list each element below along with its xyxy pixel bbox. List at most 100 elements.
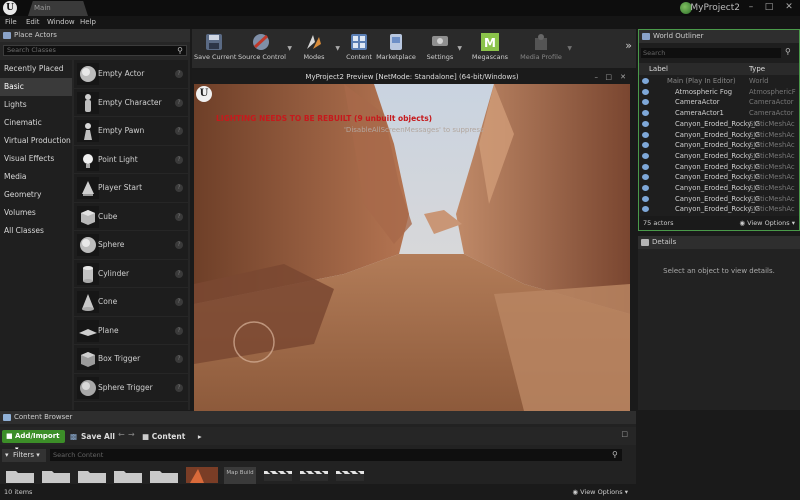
visibility-eye-icon[interactable] — [642, 195, 649, 202]
visibility-eye-icon[interactable] — [642, 206, 649, 213]
visibility-eye-icon[interactable] — [642, 185, 649, 191]
outliner-row[interactable]: CameraActor CameraActor — [639, 97, 799, 108]
maximize-icon[interactable]: □ — [605, 70, 612, 84]
help-icon[interactable]: ? — [175, 184, 183, 192]
outliner-row[interactable]: CameraActor1 CameraActor — [639, 108, 799, 119]
outliner-row[interactable]: Main (Play In Editor) World — [639, 76, 799, 87]
actor-item-player-start[interactable]: Player Start ? — [74, 174, 188, 203]
help-icon[interactable]: ? — [175, 326, 183, 335]
modes-button[interactable]: Modes ▼ — [296, 29, 340, 68]
visibility-eye-icon[interactable] — [642, 110, 649, 117]
outliner-row[interactable]: Canyon_Eroded_Rocky_G StaticMeshAc — [639, 151, 799, 162]
chevron-double-right-icon[interactable]: » — [625, 39, 632, 52]
details-tab[interactable]: Details — [638, 236, 800, 249]
menu-help[interactable]: Help — [80, 16, 96, 29]
outliner-row[interactable]: Canyon_Eroded_Rocky_G StaticMeshAc — [639, 130, 799, 141]
category-media[interactable]: Media — [0, 168, 72, 186]
lock-icon[interactable]: □ — [621, 430, 628, 438]
outliner-row[interactable]: Canyon_Eroded_Rocky_G StaticMeshAc — [639, 140, 799, 151]
minimize-icon[interactable]: – — [744, 1, 758, 13]
marketplace-button[interactable]: Marketplace — [376, 29, 416, 68]
search-icon[interactable]: ⚲ — [612, 450, 618, 459]
actor-item-empty-actor[interactable]: Empty Actor ? — [74, 60, 188, 89]
menu-file[interactable]: File — [5, 16, 17, 29]
help-icon[interactable]: ? — [175, 383, 183, 392]
save-all-button[interactable]: ▩ Save All — [70, 430, 115, 443]
category-lights[interactable]: Lights — [0, 96, 72, 114]
chevron-down-icon[interactable]: ▼ — [335, 45, 340, 52]
category-cinematic[interactable]: Cinematic — [0, 114, 72, 132]
visibility-eye-icon[interactable] — [642, 88, 649, 95]
view-options-button[interactable]: ◉ View Options ▾ — [739, 216, 795, 230]
actor-item-sphere[interactable]: Sphere ? — [74, 231, 188, 260]
help-icon[interactable]: ? — [175, 155, 183, 164]
actor-item-sphere-trigger[interactable]: Sphere Trigger ? — [74, 374, 188, 402]
breadcrumb-content[interactable]: Content — [152, 432, 186, 441]
forward-arrow-icon[interactable]: → — [128, 430, 135, 439]
help-icon[interactable]: ? — [175, 212, 183, 221]
category-visual-effects[interactable]: Visual Effects — [0, 150, 72, 168]
filters-button[interactable]: ▾ Filters ▾ — [2, 449, 46, 462]
visibility-eye-icon[interactable] — [642, 120, 649, 127]
maximize-icon[interactable]: □ — [762, 1, 776, 13]
visibility-eye-icon[interactable] — [642, 152, 649, 159]
help-icon[interactable]: ? — [175, 98, 183, 107]
close-icon[interactable]: ✕ — [782, 1, 796, 13]
outliner-row[interactable]: Canyon_Eroded_Rocky_G StaticMeshAc — [639, 204, 799, 215]
visibility-eye-icon[interactable] — [642, 131, 649, 138]
chevron-down-icon[interactable]: ▼ — [287, 45, 292, 52]
actor-item-empty-character[interactable]: Empty Character ? — [74, 89, 188, 117]
visibility-eye-icon[interactable] — [642, 163, 649, 170]
class-search-input[interactable]: Search Classes ⚲ — [3, 45, 187, 56]
actor-item-empty-pawn[interactable]: Empty Pawn ? — [74, 117, 188, 146]
search-icon[interactable]: ⚲ — [785, 47, 791, 56]
actor-item-box-trigger[interactable]: Box Trigger ? — [74, 345, 188, 374]
help-icon[interactable]: ? — [175, 269, 183, 278]
megascans-button[interactable]: M Megascans — [470, 29, 510, 68]
outliner-row[interactable]: Canyon_Eroded_Rocky_G StaticMeshAc — [639, 183, 799, 194]
category-virtual-production[interactable]: Virtual Production — [0, 132, 72, 150]
help-icon[interactable]: ? — [175, 127, 183, 135]
menu-window[interactable]: Window — [47, 16, 75, 29]
content-button[interactable]: Content — [342, 29, 376, 68]
outliner-row[interactable]: Atmospheric Fog AtmosphericF — [639, 87, 799, 98]
category-recently-placed[interactable]: Recently Placed — [0, 60, 72, 78]
column-type[interactable]: Type — [749, 63, 765, 75]
add-import-button[interactable]: ■ Add/Import ▾ — [2, 430, 65, 453]
tab-main[interactable]: Main — [28, 1, 88, 16]
category-all-classes[interactable]: All Classes — [0, 222, 72, 240]
save-current-button[interactable]: Save Current — [194, 29, 236, 68]
category-geometry[interactable]: Geometry — [0, 186, 72, 204]
actor-item-cylinder[interactable]: Cylinder ? — [74, 260, 188, 288]
actor-item-cone[interactable]: Cone ? — [74, 288, 188, 317]
settings-button[interactable]: Settings ▼ — [426, 29, 462, 68]
help-icon[interactable]: ? — [175, 70, 183, 78]
category-basic[interactable]: Basic — [0, 78, 72, 96]
back-arrow-icon[interactable]: ← — [118, 430, 125, 439]
visibility-eye-icon[interactable] — [642, 78, 649, 84]
visibility-eye-icon[interactable] — [642, 174, 649, 181]
column-label[interactable]: Label — [649, 63, 668, 75]
place-actors-tab[interactable]: Place Actors — [0, 29, 190, 42]
outliner-row[interactable]: Canyon_Eroded_Rocky_G StaticMeshAc — [639, 194, 799, 205]
source-control-button[interactable]: Source Control ▼ — [238, 29, 292, 68]
chevron-right-icon[interactable]: ▸ — [198, 432, 202, 441]
content-browser-tab[interactable]: Content Browser — [0, 411, 636, 424]
outliner-row[interactable]: Canyon_Eroded_Rocky_G StaticMeshAc — [639, 172, 799, 183]
game-viewport[interactable]: LIGHTING NEEDS TO BE REBUILT (9 unbuilt … — [194, 84, 630, 411]
outliner-row[interactable]: Canyon_Eroded_Rocky_G StaticMeshAc — [639, 119, 799, 130]
media-profile-button[interactable]: Media Profile ▼ — [518, 29, 572, 68]
help-icon[interactable]: ? — [175, 241, 183, 249]
chevron-down-icon[interactable]: ▼ — [567, 45, 572, 52]
actor-item-plane[interactable]: Plane ? — [74, 317, 188, 345]
view-options-button[interactable]: ◉ View Options ▾ — [572, 484, 628, 500]
close-icon[interactable]: ✕ — [620, 70, 626, 84]
outliner-search-input[interactable]: Search — [641, 48, 781, 58]
visibility-eye-icon[interactable] — [642, 142, 649, 149]
minimize-icon[interactable]: – — [595, 70, 599, 84]
help-icon[interactable]: ? — [175, 355, 183, 363]
actor-item-point-light[interactable]: Point Light ? — [74, 146, 188, 174]
search-icon[interactable]: ⚲ — [177, 46, 183, 55]
world-outliner-tab[interactable]: World Outliner — [639, 30, 799, 43]
visibility-eye-icon[interactable] — [642, 99, 649, 106]
